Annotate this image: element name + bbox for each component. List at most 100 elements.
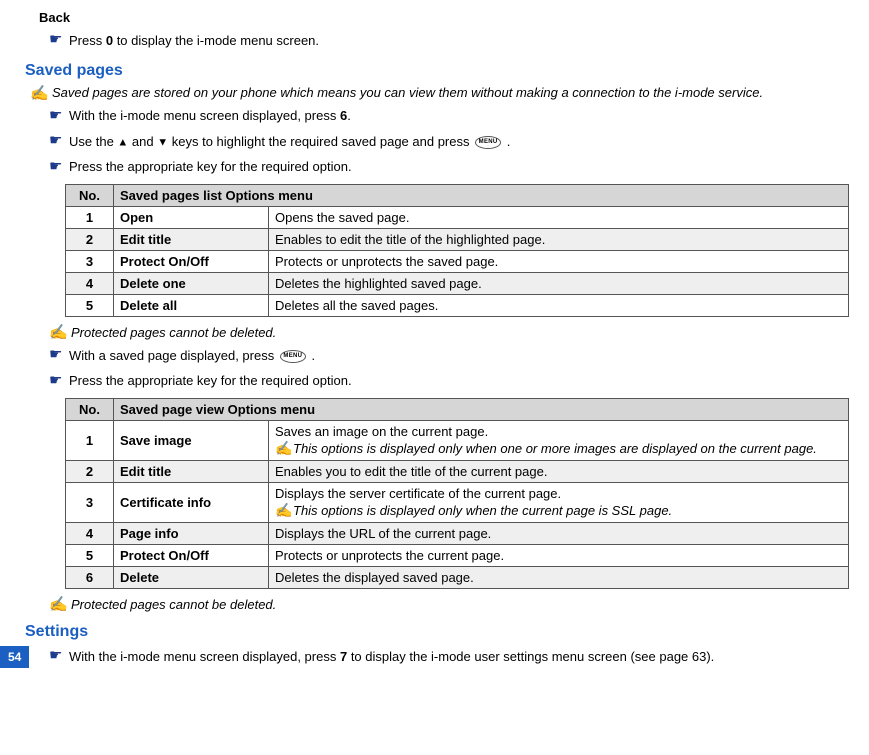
table-row: 4 Page info Displays the URL of the curr… — [66, 523, 849, 545]
cell-no: 2 — [66, 461, 114, 483]
protected-note-1: ✍ Protected pages cannot be deleted. — [49, 323, 849, 341]
cell-no: 1 — [66, 421, 114, 461]
pointer-icon: ☛ — [49, 130, 69, 153]
menu-button-icon: MENU — [280, 350, 306, 363]
cell-name: Open — [114, 207, 269, 229]
saved-page-view-options-table: No. Saved page view Options menu 1 Save … — [65, 398, 849, 589]
inner-note: ✍This options is displayed only when one… — [275, 440, 842, 457]
note-text: Protected pages cannot be deleted. — [71, 597, 276, 612]
page-number: 54 — [0, 646, 29, 668]
cell-desc: Displays the server certificate of the c… — [269, 483, 849, 523]
table-row: 1 Open Opens the saved page. — [66, 207, 849, 229]
cell-no: 4 — [66, 523, 114, 545]
cell-name: Protect On/Off — [114, 545, 269, 567]
cell-name: Certificate info — [114, 483, 269, 523]
intro-text: Saved pages are stored on your phone whi… — [52, 85, 763, 100]
step-text: With the i-mode menu screen displayed, p… — [69, 647, 849, 667]
cell-desc: Enables you to edit the title of the cur… — [269, 461, 849, 483]
table-row: 5 Protect On/Off Protects or unprotects … — [66, 545, 849, 567]
cell-desc: Protects or unprotects the current page. — [269, 545, 849, 567]
text-fragment: to display the i-mode menu screen. — [113, 33, 319, 48]
cell-no: 2 — [66, 229, 114, 251]
cell-desc: Enables to edit the title of the highlig… — [269, 229, 849, 251]
settings-step: ☛ With the i-mode menu screen displayed,… — [49, 645, 849, 668]
cell-no: 1 — [66, 207, 114, 229]
cell-no: 5 — [66, 545, 114, 567]
cell-no: 3 — [66, 483, 114, 523]
cell-no: 4 — [66, 273, 114, 295]
cell-desc: Deletes the highlighted saved page. — [269, 273, 849, 295]
table-row: 1 Save image Saves an image on the curre… — [66, 421, 849, 461]
cell-name: Page info — [114, 523, 269, 545]
key-zero: 0 — [106, 33, 113, 48]
note-text: Protected pages cannot be deleted. — [71, 325, 276, 340]
protected-note-2: ✍ Protected pages cannot be deleted. — [49, 595, 849, 613]
table-row: 2 Edit title Enables you to edit the tit… — [66, 461, 849, 483]
th-menu: Saved page view Options menu — [114, 399, 849, 421]
note-hand-icon: ✍ — [275, 502, 293, 519]
cell-desc: Deletes all the saved pages. — [269, 295, 849, 317]
text-fragment: . — [503, 134, 510, 149]
note-text: This options is displayed only when the … — [293, 503, 672, 518]
cell-name: Protect On/Off — [114, 251, 269, 273]
pointer-icon: ☛ — [49, 370, 69, 393]
text-fragment: With a saved page displayed, press — [69, 348, 278, 363]
cell-no: 3 — [66, 251, 114, 273]
table-row: 3 Protect On/Off Protects or unprotects … — [66, 251, 849, 273]
cell-no: 5 — [66, 295, 114, 317]
text-fragment: to display the i-mode user settings menu… — [347, 649, 714, 664]
step-2: ☛ Use the ▲ and ▼ keys to highlight the … — [49, 130, 849, 153]
desc-text: Saves an image on the current page. — [275, 424, 842, 439]
note-hand-icon: ✍ — [49, 323, 71, 341]
table-row: 5 Delete all Deletes all the saved pages… — [66, 295, 849, 317]
text-fragment: . — [308, 348, 315, 363]
text-fragment: With the i-mode menu screen displayed, p… — [69, 649, 340, 664]
step-3: ☛ Press the appropriate key for the requ… — [49, 156, 849, 179]
note-hand-icon: ✍ — [275, 440, 293, 457]
step-1: ☛ With the i-mode menu screen displayed,… — [49, 105, 849, 128]
saved-pages-title: Saved pages — [25, 62, 849, 80]
saved-pages-list-options-table: No. Saved pages list Options menu 1 Open… — [65, 184, 849, 317]
cell-name: Edit title — [114, 461, 269, 483]
cell-no: 6 — [66, 567, 114, 589]
text-fragment: keys to highlight the required saved pag… — [168, 134, 473, 149]
desc-text: Displays the server certificate of the c… — [275, 486, 842, 501]
cell-name: Save image — [114, 421, 269, 461]
step-4: ☛ With a saved page displayed, press MEN… — [49, 344, 849, 367]
pointer-icon: ☛ — [49, 645, 69, 668]
back-step: ☛ Press 0 to display the i-mode menu scr… — [49, 29, 849, 52]
th-menu: Saved pages list Options menu — [114, 185, 849, 207]
pointer-icon: ☛ — [49, 344, 69, 367]
th-no: No. — [66, 185, 114, 207]
table-row: 6 Delete Deletes the displayed saved pag… — [66, 567, 849, 589]
inner-note: ✍This options is displayed only when the… — [275, 502, 842, 519]
table-row: 3 Certificate info Displays the server c… — [66, 483, 849, 523]
text-fragment: and — [128, 134, 157, 149]
step-text: Press the appropriate key for the requir… — [69, 371, 849, 391]
th-no: No. — [66, 399, 114, 421]
table-row: 4 Delete one Deletes the highlighted sav… — [66, 273, 849, 295]
arrow-down-icon: ▼ — [157, 136, 168, 148]
menu-button-icon: MENU — [475, 136, 501, 149]
note-hand-icon: ✍ — [49, 595, 71, 613]
text-fragment: With the i-mode menu screen displayed, p… — [69, 108, 340, 123]
step-text: With the i-mode menu screen displayed, p… — [69, 106, 849, 126]
pointer-icon: ☛ — [49, 156, 69, 179]
arrow-up-icon: ▲ — [117, 136, 128, 148]
note-hand-icon: ✍ — [30, 84, 52, 102]
text-fragment: Use the — [69, 134, 117, 149]
pointer-icon: ☛ — [49, 105, 69, 128]
cell-desc: Deletes the displayed saved page. — [269, 567, 849, 589]
settings-title: Settings — [25, 623, 849, 641]
back-text: Press 0 to display the i-mode menu scree… — [69, 31, 849, 51]
pointer-icon: ☛ — [49, 29, 69, 52]
back-title: Back — [39, 10, 849, 25]
cell-desc: Displays the URL of the current page. — [269, 523, 849, 545]
saved-pages-intro: ✍ Saved pages are stored on your phone w… — [30, 84, 849, 102]
table-row: 2 Edit title Enables to edit the title o… — [66, 229, 849, 251]
cell-name: Edit title — [114, 229, 269, 251]
cell-name: Delete all — [114, 295, 269, 317]
cell-desc: Protects or unprotects the saved page. — [269, 251, 849, 273]
cell-name: Delete — [114, 567, 269, 589]
text-fragment: . — [347, 108, 351, 123]
